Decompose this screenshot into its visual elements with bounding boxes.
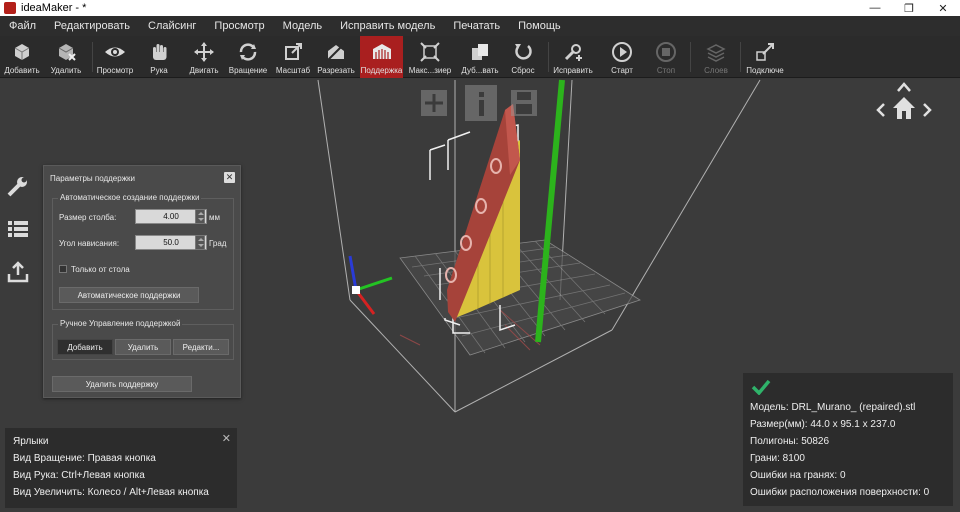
panel-close-icon[interactable]: ✕ [224,172,235,183]
support-button[interactable]: Поддержка [360,36,403,78]
menu-print[interactable]: Печатать [444,20,509,32]
overhang-angle-label: Угол нависания: [59,239,120,248]
model-surface-errors: Ошибки расположения поверхности: 0 [750,487,930,498]
chevron-up-icon [897,82,911,92]
duplicate-icon [467,39,493,65]
panel-title: Параметры поддержки [50,174,136,183]
wrench-icon[interactable] [4,172,32,200]
hand-button[interactable]: Рука [142,36,176,78]
window-title: ideaMaker - * [21,2,87,14]
manual-support-group-title: Ручное Управление поддержкой [58,319,183,328]
wrench-plus-icon [560,39,586,65]
column-size-label: Размер столба: [59,213,117,222]
shortcut-zoom: Вид Увеличить: Колесо / Alt+Левая кнопка [13,487,209,498]
move-button[interactable]: Двигать [186,36,222,78]
remove-cube-icon [53,39,79,65]
model-edge-errors: Ошибки на гранях: 0 [750,470,846,481]
reset-icon [510,39,536,65]
toolbar-separator [690,42,691,72]
support-parameters-panel: Параметры поддержки ✕ Автоматическое соз… [43,165,241,398]
title-bar: ideaMaker - * — ❐ ✕ [0,0,960,16]
shortcut-rotate: Вид Вращение: Правая кнопка [13,453,156,464]
checkmark-icon [751,379,771,395]
layers-button[interactable]: Слоев [698,36,734,78]
add-cube-icon [9,39,35,65]
chevron-right-icon [923,103,932,117]
play-icon [609,39,635,65]
duplicate-button[interactable]: Дуб...вать [460,36,500,78]
toolbar: Добавить Удалить Просмотр Рука Двигать В… [0,36,960,78]
model-size: Размер(мм): 44.0 x 95.1 x 237.0 [750,419,896,430]
support-icon [369,39,395,65]
cut-button[interactable]: Разрезать [314,36,358,78]
model-polygons: Полигоны: 50826 [750,436,830,447]
only-from-bed-checkbox[interactable] [59,265,67,273]
manual-remove-button[interactable]: Удалить [115,339,171,355]
upload-icon[interactable] [4,258,32,286]
move-arrows-icon [191,39,217,65]
scale-icon [280,39,306,65]
view-navigation[interactable] [874,79,934,129]
auto-support-group-title: Автоматическое создание поддержки [58,193,202,202]
layers-icon [703,39,729,65]
menu-edit[interactable]: Редактировать [45,20,139,32]
stop-icon [653,39,679,65]
menu-repair-model[interactable]: Исправить модель [331,20,444,32]
hand-icon [146,39,172,65]
toolbar-separator [92,42,93,72]
model-edges: Грани: 8100 [750,453,805,464]
list-icon[interactable] [4,215,32,243]
connect-icon [752,39,778,65]
rotate-button[interactable]: Вращение [228,36,268,78]
manual-edit-button[interactable]: Редакти... [173,339,229,355]
model-info-panel: Модель: DRL_Murano_ (repaired).stl Разме… [743,373,953,506]
manual-support-group: Ручное Управление поддержкой Добавить Уд… [52,319,234,360]
add-button[interactable]: Добавить [2,36,42,78]
delete-support-button[interactable]: Удалить поддержку [52,376,192,392]
maximize-icon [417,39,443,65]
menu-view[interactable]: Просмотр [205,20,273,32]
eye-icon [102,39,128,65]
restore-button[interactable]: ❐ [892,0,926,16]
chevron-left-icon [876,103,885,117]
remove-button[interactable]: Удалить [46,36,86,78]
cut-icon [323,39,349,65]
only-from-bed-label: Только от стола [71,265,130,274]
menu-bar: Файл Редактировать Слайсинг Просмотр Мод… [0,16,960,36]
scale-button[interactable]: Масштаб [274,36,312,78]
shortcuts-title: Ярлыки [13,436,49,447]
auto-support-button[interactable]: Автоматическое поддержки [59,287,199,303]
axis-gizmo [348,255,393,315]
close-button[interactable]: ✕ [926,0,960,16]
connect-button[interactable]: Подключе [744,36,786,78]
start-button[interactable]: Старт [606,36,638,78]
stop-button[interactable]: Стоп [650,36,682,78]
auto-support-group: Автоматическое создание поддержки Размер… [52,193,234,310]
overhang-angle-stepper[interactable] [195,235,205,250]
rotate-icon [235,39,261,65]
view-button[interactable]: Просмотр [96,36,134,78]
menu-slicing[interactable]: Слайсинг [139,20,205,32]
column-size-unit: мм [209,213,220,222]
overhang-angle-unit: Град [209,239,227,248]
shortcuts-panel: ✕ Ярлыки Вид Вращение: Правая кнопка Вид… [5,428,237,508]
maximize-button[interactable]: Макс...зиер [406,36,454,78]
toolbar-separator [548,42,549,72]
toolbar-separator [740,42,741,72]
app-logo-icon [4,2,16,14]
column-size-stepper[interactable] [195,209,205,224]
window-controls: — ❐ ✕ [858,0,960,16]
shortcut-hand: Вид Рука: Ctrl+Левая кнопка [13,470,145,481]
menu-help[interactable]: Помощь [509,20,570,32]
model-name: Модель: DRL_Murano_ (repaired).stl [750,402,916,413]
manual-add-button[interactable]: Добавить [57,339,113,355]
reset-button[interactable]: Сброс [506,36,540,78]
minimize-button[interactable]: — [858,0,892,16]
menu-model[interactable]: Модель [274,20,331,32]
shortcuts-close-icon[interactable]: ✕ [222,432,231,445]
menu-file[interactable]: Файл [0,20,45,32]
repair-button[interactable]: Исправить [552,36,594,78]
